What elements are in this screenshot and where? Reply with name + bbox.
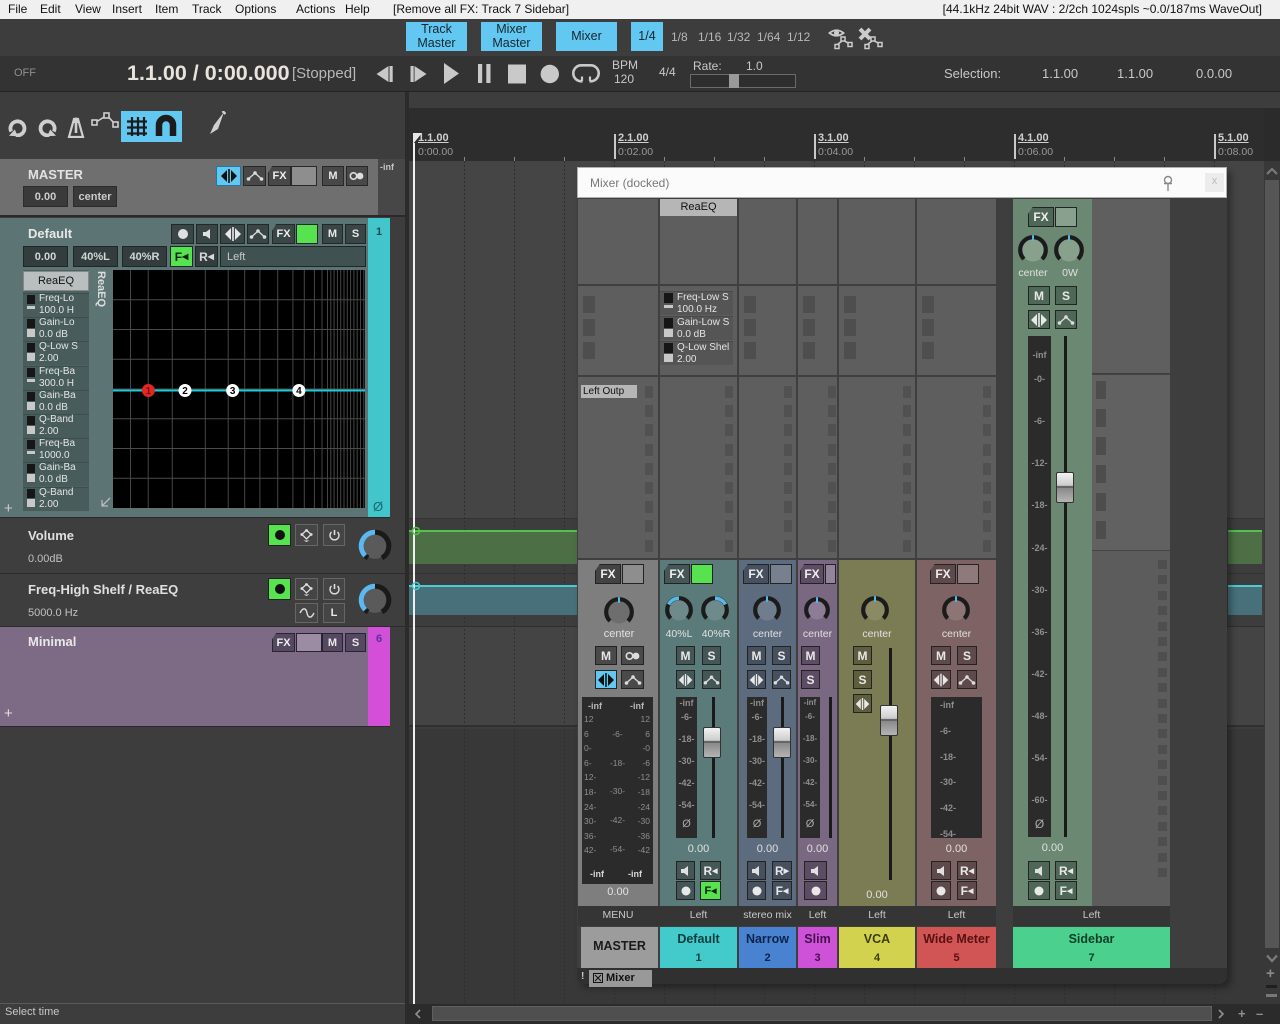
svg-text:3: 3	[230, 386, 236, 397]
svg-text:2: 2	[182, 386, 188, 397]
svg-text:1: 1	[146, 386, 152, 397]
svg-text:4: 4	[296, 386, 302, 397]
